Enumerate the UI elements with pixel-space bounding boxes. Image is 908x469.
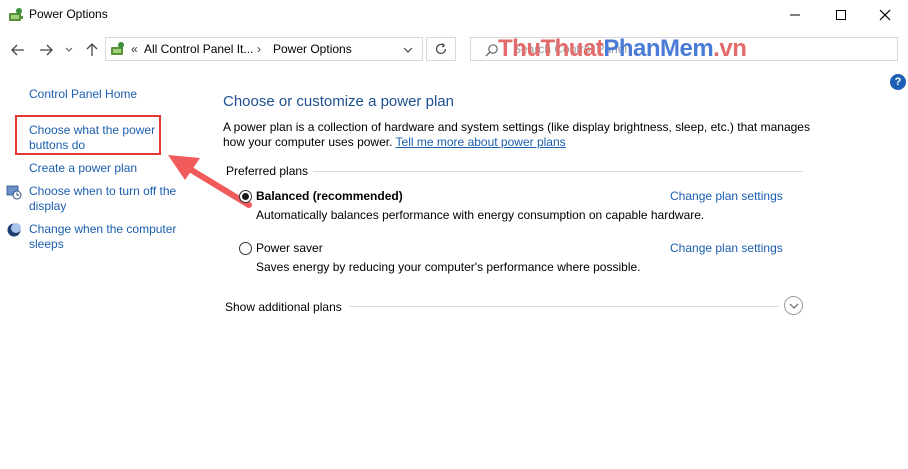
forward-button[interactable] [37, 40, 55, 60]
power-saver-radio[interactable] [239, 242, 252, 255]
page-description: A power plan is a collection of hardware… [223, 120, 810, 149]
preferred-plans-label: Preferred plans [226, 164, 309, 178]
balanced-radio[interactable] [239, 190, 252, 203]
show-additional-plans-label[interactable]: Show additional plans [225, 300, 342, 314]
display-clock-icon [6, 185, 22, 200]
balanced-change-settings-link[interactable]: Change plan settings [670, 189, 783, 203]
window-title: Power Options [29, 7, 108, 21]
sleep-moon-icon [7, 223, 21, 237]
refresh-icon [435, 43, 447, 55]
balanced-plan-name[interactable]: Balanced (recommended) [256, 189, 403, 203]
breadcrumb-separator[interactable]: › [257, 42, 261, 56]
sidebar-turn-off-display[interactable]: Choose when to turn off the display [29, 184, 176, 214]
close-icon [879, 9, 891, 21]
power-options-icon [111, 42, 124, 55]
page-title: Choose or customize a power plan [223, 93, 454, 110]
title-bar: Power Options [0, 0, 908, 30]
up-button[interactable] [83, 40, 101, 60]
recent-locations-button[interactable] [63, 40, 75, 60]
power-saver-plan-name[interactable]: Power saver [256, 241, 323, 255]
search-placeholder: Search Control Panel [513, 42, 628, 56]
back-arrow-icon [11, 44, 24, 56]
up-arrow-icon [86, 43, 98, 56]
address-row: « All Control Panel It... › Power Option… [0, 36, 908, 64]
back-button[interactable] [9, 40, 27, 60]
power-saver-plan-description: Saves energy by reducing your computer's… [256, 260, 641, 274]
sidebar-computer-sleeps[interactable]: Change when the computer sleeps [29, 222, 176, 252]
expand-additional-plans-button[interactable] [784, 296, 803, 315]
address-overflow[interactable]: « [131, 42, 138, 56]
sidebar-control-panel-home[interactable]: Control Panel Home [29, 87, 137, 102]
chevron-down-icon[interactable] [403, 47, 413, 53]
close-button[interactable] [862, 0, 908, 30]
power-options-icon [9, 8, 23, 21]
refresh-button[interactable] [426, 37, 456, 61]
minimize-icon [790, 14, 800, 16]
power-saver-change-settings-link[interactable]: Change plan settings [670, 241, 783, 255]
chevron-down-icon [65, 47, 73, 52]
maximize-icon [836, 10, 846, 20]
search-input[interactable]: Search Control Panel [470, 37, 898, 61]
balanced-plan-description: Automatically balances performance with … [256, 208, 705, 222]
sidebar-create-power-plan[interactable]: Create a power plan [29, 161, 137, 176]
address-bar[interactable]: « All Control Panel It... › Power Option… [105, 37, 423, 61]
divider [313, 171, 803, 172]
search-icon [485, 44, 498, 57]
help-icon[interactable]: ? [890, 74, 906, 90]
forward-arrow-icon [40, 44, 53, 56]
divider [349, 306, 779, 307]
maximize-button[interactable] [818, 0, 864, 30]
breadcrumb-power-options[interactable]: Power Options [273, 42, 352, 56]
learn-more-link[interactable]: Tell me more about power plans [396, 135, 566, 149]
sidebar-choose-power-buttons[interactable]: Choose what the power buttons do [29, 123, 155, 153]
minimize-button[interactable] [772, 0, 818, 30]
breadcrumb-all-control-panel[interactable]: All Control Panel It... [144, 42, 253, 56]
chevron-down-icon [789, 303, 798, 309]
